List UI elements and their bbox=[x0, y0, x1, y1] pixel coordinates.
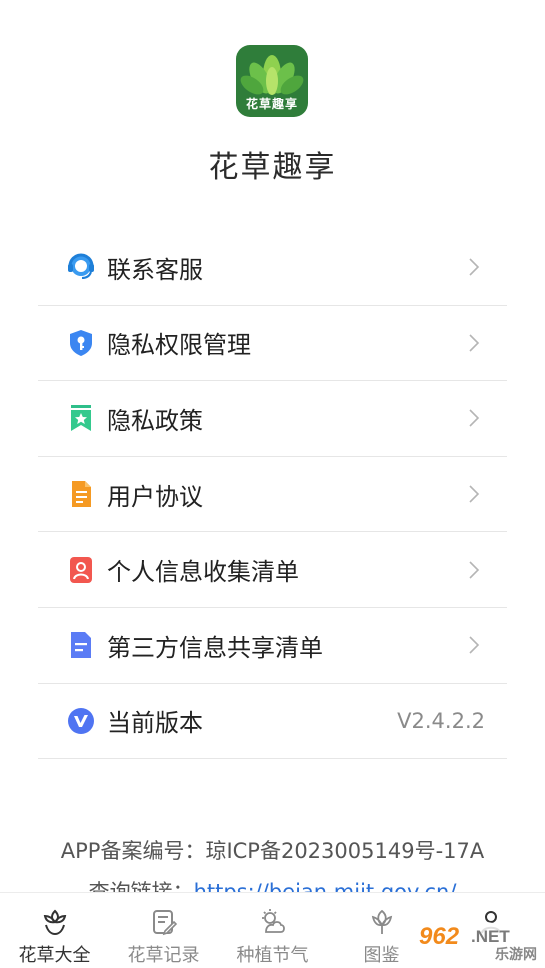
app-header: 花草趣享 花草趣享 bbox=[0, 0, 545, 200]
chevron-right-icon bbox=[469, 561, 480, 579]
menu-item-label: 隐私权限管理 bbox=[107, 331, 251, 360]
watermark-subtext: 乐游网 bbox=[495, 947, 537, 963]
tab-label: 图鉴 bbox=[363, 945, 400, 966]
chevron-right-icon bbox=[469, 636, 480, 654]
version-value: V2.4.2.2 bbox=[397, 708, 485, 733]
app-logo: 花草趣享 bbox=[236, 45, 308, 117]
tab-label: 花草大全 bbox=[18, 945, 91, 966]
menu-item-personal-info-list[interactable]: 个人信息收集清单 bbox=[38, 532, 507, 608]
tab-label: 种植节气 bbox=[236, 945, 309, 966]
document-icon bbox=[65, 478, 97, 510]
shield-key-icon bbox=[65, 327, 97, 359]
chevron-right-icon bbox=[469, 409, 480, 428]
gallery-icon bbox=[371, 909, 392, 934]
flower-icon bbox=[43, 909, 66, 936]
chevron-right-icon bbox=[469, 485, 480, 503]
menu-item-third-party-sharing[interactable]: 第三方信息共享清单 bbox=[38, 608, 507, 684]
tab-planting-seasons[interactable]: 种植节气 bbox=[218, 893, 327, 968]
menu-item-label: 当前版本 bbox=[107, 709, 203, 738]
icp-record-text: APP备案编号：琼ICP备2023005149号-17A bbox=[60, 839, 485, 863]
settings-menu: 联系客服 隐私权限管理 隐私政策 用户协议 个人信息收集清单 第三方信息共享清单… bbox=[38, 230, 507, 760]
tab-flower-records[interactable]: 花草记录 bbox=[109, 893, 218, 968]
svg-text:962: 962 bbox=[419, 923, 460, 950]
chevron-right-icon bbox=[469, 258, 480, 276]
person-card-icon bbox=[65, 554, 97, 586]
chevron-right-icon bbox=[469, 334, 480, 352]
menu-item-privacy-policy[interactable]: 隐私政策 bbox=[38, 381, 507, 457]
customer-service-icon bbox=[65, 251, 97, 283]
bookmark-star-icon bbox=[65, 402, 97, 434]
menu-item-privacy-permissions[interactable]: 隐私权限管理 bbox=[38, 306, 507, 382]
menu-item-user-agreement[interactable]: 用户协议 bbox=[38, 457, 507, 533]
weather-cloud-icon bbox=[261, 909, 285, 933]
menu-item-label: 联系客服 bbox=[107, 255, 203, 284]
menu-item-label: 第三方信息共享清单 bbox=[107, 633, 323, 662]
menu-item-label: 个人信息收集清单 bbox=[107, 558, 299, 587]
tab-label: 花草记录 bbox=[127, 945, 200, 966]
menu-item-customer-service[interactable]: 联系客服 bbox=[38, 230, 507, 306]
app-name: 花草趣享 bbox=[208, 150, 337, 185]
logo-text: 花草趣享 bbox=[245, 97, 298, 111]
version-v-icon bbox=[65, 705, 97, 737]
menu-item-current-version[interactable]: 当前版本 V2.4.2.2 bbox=[38, 684, 507, 760]
menu-item-label: 隐私政策 bbox=[107, 406, 203, 435]
site-watermark: 962 .NET 乐游网 bbox=[413, 912, 545, 968]
note-edit-icon bbox=[152, 910, 177, 936]
list-document-icon bbox=[65, 629, 97, 661]
menu-item-label: 用户协议 bbox=[107, 482, 203, 511]
tab-flower-encyclopedia[interactable]: 花草大全 bbox=[0, 893, 109, 968]
